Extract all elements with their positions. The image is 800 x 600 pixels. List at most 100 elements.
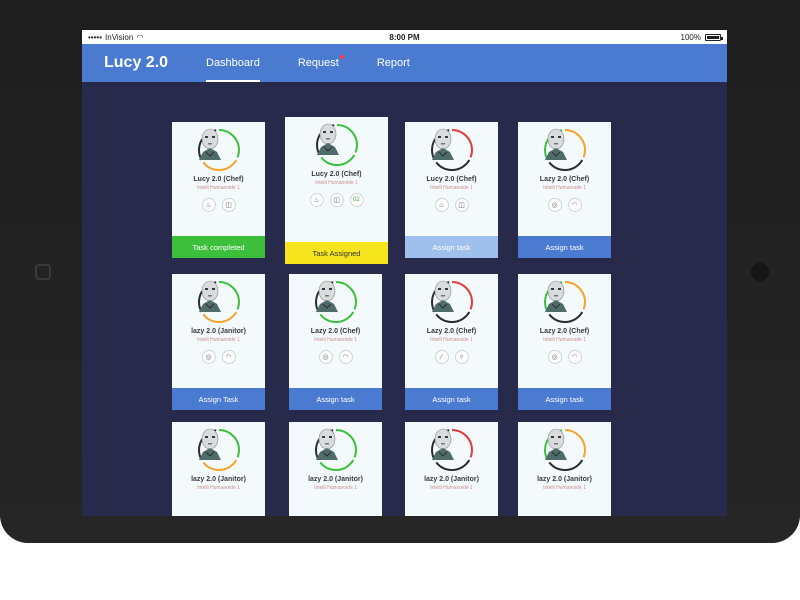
bucket-icon[interactable]: ▿ — [454, 350, 469, 364]
robot-name: Lazy 2.0 (Chef) — [539, 328, 590, 335]
skill-icons: ◎ ◠ — [201, 350, 236, 364]
skill-icons: ⁄ ▿ — [434, 350, 469, 364]
dishes-icon[interactable]: ◎ — [547, 350, 562, 364]
cloche-icon[interactable]: ◠ — [338, 350, 353, 364]
status-bar: ••••• InVision ◠ 8:00 PM 100% — [82, 30, 727, 44]
skill-icons: ♨ ◫ — [434, 198, 469, 212]
flame-icon[interactable]: ♨ — [201, 198, 216, 212]
robot-model: Intelli Humanoide 1 — [315, 180, 358, 186]
assign-task-button[interactable]: Assign task — [289, 388, 382, 410]
cloche-icon[interactable]: ◠ — [567, 350, 582, 364]
pot-icon[interactable]: ◫ — [329, 193, 344, 207]
assign-task-button[interactable]: Assign task — [405, 388, 498, 410]
avatar — [314, 280, 358, 324]
robot-card[interactable]: Lucy 2.0 (Chef) Intelli Humanoide 1 ♨ ◫ Assi… — [405, 122, 498, 258]
skill-icons: ◎ ◠ — [547, 350, 582, 364]
avatar — [543, 128, 587, 172]
carrier-label: InVision — [105, 32, 134, 42]
assign-task-button[interactable]: Assign task — [518, 388, 611, 410]
top-navigation: Lucy 2.0 Dashboard Request Report — [82, 44, 727, 82]
assign-task-button[interactable]: Assign task — [518, 236, 611, 258]
skill-icons: ◎ ◠ — [318, 350, 353, 364]
assign-task-button[interactable]: Assign task — [405, 236, 498, 258]
notification-dot — [339, 55, 344, 59]
avatar — [430, 280, 474, 324]
robot-model: Intelli Humanoide 1 — [543, 485, 586, 491]
robot-card[interactable]: lazy 2.0 (Janitor) Intelli Humanoide 1 — [518, 422, 611, 516]
battery-label: 100% — [680, 32, 701, 42]
dishes-icon[interactable]: ◎ — [547, 198, 562, 212]
tab-request-label: Request — [297, 57, 339, 69]
tab-report-label: Report — [376, 57, 410, 69]
robot-card[interactable]: Lazy 2.0 (Chef) Intelli Humanoide 1 ◎ ◠ Assi… — [518, 274, 611, 410]
robot-name: Lazy 2.0 (Chef) — [539, 176, 590, 183]
avatar — [543, 428, 587, 472]
tab-report[interactable]: Report — [377, 44, 410, 82]
flame-icon[interactable]: ♨ — [309, 193, 324, 207]
tab-dashboard[interactable]: Dashboard — [206, 44, 260, 82]
robot-card[interactable]: lazy 2.0 (Janitor) Intelli Humanoide 1 — [405, 422, 498, 516]
robot-card[interactable]: lazy 2.0 (Janitor) Intelli Humanoide 1 ◎ ◠ A… — [172, 274, 265, 410]
assign-task-button[interactable]: Task completed — [172, 236, 265, 258]
flame-icon[interactable]: ♨ — [434, 198, 449, 212]
robot-model: Intelli Humanoide 1 — [430, 337, 473, 343]
robot-model: Intelli Humanoide 1 — [197, 337, 240, 343]
side-button — [35, 264, 51, 280]
app-screen: ••••• InVision ◠ 8:00 PM 100% Lucy 2.0 D… — [82, 30, 727, 516]
robot-name: Lucy 2.0 (Chef) — [311, 171, 362, 178]
app-title: Lucy 2.0 — [104, 54, 169, 71]
robot-model: Intelli Humanoide 1 — [543, 185, 586, 191]
assign-task-button[interactable]: Task Assigned — [285, 242, 388, 264]
skill-icons: ♨ ◫ 02 — [309, 193, 364, 207]
battery-icon — [705, 33, 723, 41]
robot-name: lazy 2.0 (Janitor) — [191, 328, 246, 335]
avatar — [197, 428, 241, 472]
robot-model: Intelli Humanoide 1 — [197, 185, 240, 191]
dishes-icon[interactable]: ◎ — [201, 350, 216, 364]
robot-name: lazy 2.0 (Janitor) — [191, 476, 246, 483]
cloche-icon[interactable]: ◠ — [567, 198, 582, 212]
task-count-badge: 02 — [349, 193, 364, 207]
robot-model: Intelli Humanoide 1 — [314, 337, 357, 343]
assign-task-button[interactable]: Assign Task — [172, 388, 265, 410]
robot-model: Intelli Humanoide 1 — [197, 485, 240, 491]
robot-card[interactable]: lazy 2.0 (Janitor) Intelli Humanoide 1 — [289, 422, 382, 516]
wifi-icon: ◠ — [136, 32, 144, 42]
avatar — [315, 123, 359, 167]
broom-icon[interactable]: ⁄ — [434, 350, 449, 364]
robot-name: Lazy 2.0 (Chef) — [426, 328, 477, 335]
avatar — [197, 280, 241, 324]
robot-name: Lazy 2.0 (Chef) — [310, 328, 361, 335]
avatar — [430, 128, 474, 172]
clock: 8:00 PM — [389, 32, 420, 42]
avatar — [543, 280, 587, 324]
robot-name: lazy 2.0 (Janitor) — [308, 476, 363, 483]
home-button[interactable] — [751, 263, 769, 281]
robot-card-grid: Lucy 2.0 (Chef) Intelli Humanoide 1 ♨ ◫ Task… — [82, 82, 727, 516]
robot-card[interactable]: Lazy 2.0 (Chef) Intelli Humanoide 1 ◎ ◠ Assi… — [518, 122, 611, 258]
robot-card[interactable]: Lucy 2.0 (Chef) Intelli Humanoide 1 ♨ ◫ 02 Ta… — [285, 117, 388, 264]
skill-icons: ♨ ◫ — [201, 198, 236, 212]
tab-request[interactable]: Request — [297, 44, 344, 82]
pot-icon[interactable]: ◫ — [454, 198, 469, 212]
robot-name: Lucy 2.0 (Chef) — [193, 176, 244, 183]
cloche-icon[interactable]: ◠ — [221, 350, 236, 364]
robot-card[interactable]: Lucy 2.0 (Chef) Intelli Humanoide 1 ♨ ◫ Task… — [172, 122, 265, 258]
robot-name: lazy 2.0 (Janitor) — [537, 476, 592, 483]
robot-model: Intelli Humanoide 1 — [430, 485, 473, 491]
avatar — [314, 428, 358, 472]
robot-card[interactable]: lazy 2.0 (Janitor) Intelli Humanoide 1 — [172, 422, 265, 516]
avatar — [197, 128, 241, 172]
signal-icon: ••••• — [88, 32, 103, 42]
dishes-icon[interactable]: ◎ — [318, 350, 333, 364]
robot-model: Intelli Humanoide 1 — [430, 185, 473, 191]
tab-dashboard-label: Dashboard — [206, 57, 260, 69]
tablet-device: ••••• InVision ◠ 8:00 PM 100% Lucy 2.0 D… — [0, 0, 800, 543]
skill-icons: ◎ ◠ — [547, 198, 582, 212]
robot-name: lazy 2.0 (Janitor) — [424, 476, 479, 483]
robot-card[interactable]: Lazy 2.0 (Chef) Intelli Humanoide 1 ◎ ◠ Assi… — [289, 274, 382, 410]
robot-name: Lucy 2.0 (Chef) — [426, 176, 477, 183]
robot-card[interactable]: Lazy 2.0 (Chef) Intelli Humanoide 1 ⁄ ▿ Assi… — [405, 274, 498, 410]
robot-model: Intelli Humanoide 1 — [314, 485, 357, 491]
pot-icon[interactable]: ◫ — [221, 198, 236, 212]
